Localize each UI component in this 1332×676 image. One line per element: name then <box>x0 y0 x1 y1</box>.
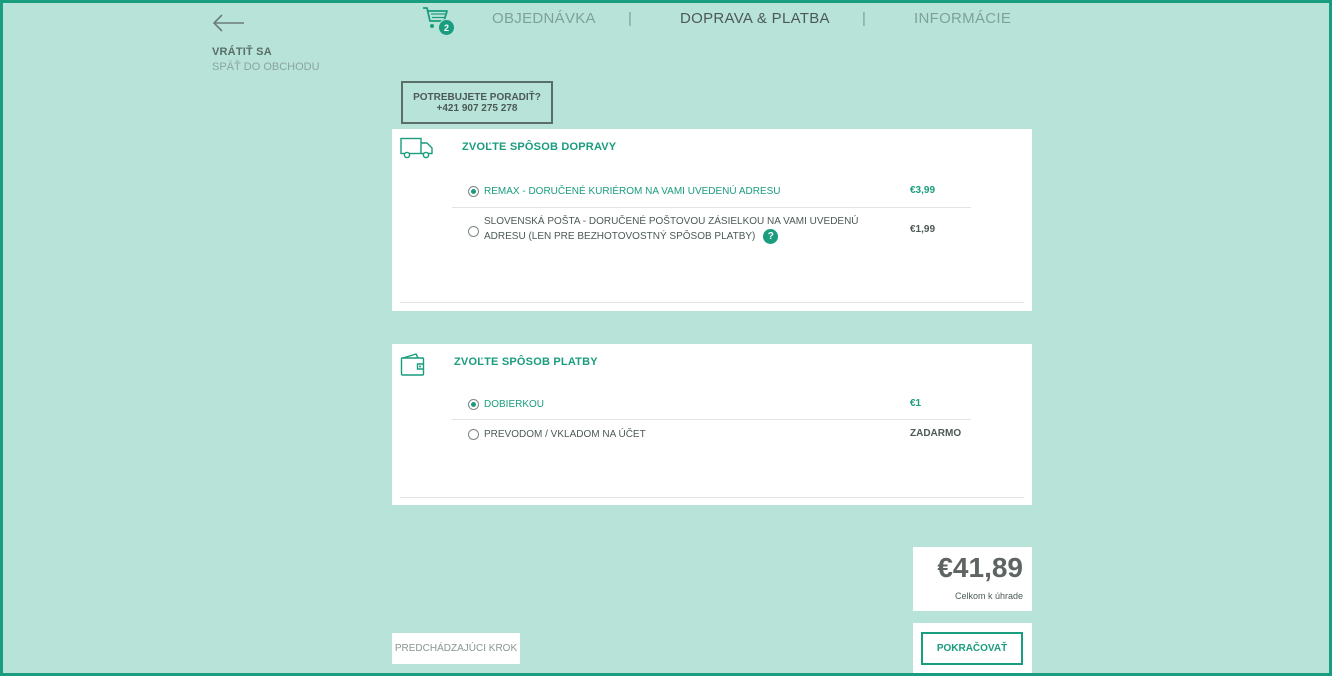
radio-button[interactable] <box>468 226 479 237</box>
option-divider <box>452 207 971 208</box>
step-order[interactable]: OBJEDNÁVKA <box>492 10 596 27</box>
continue-button-container: POKRAČOVAŤ <box>913 623 1032 673</box>
step-information: INFORMÁCIE <box>914 10 1012 27</box>
payment-option-cod[interactable]: DOBIERKOU €1 <box>452 398 971 412</box>
panel-divider <box>400 302 1024 303</box>
shipping-option-price: €3,99 <box>910 185 936 196</box>
cart-count-badge: 2 <box>438 19 455 36</box>
payment-title: ZVOĽTE SPÔSOB PLATBY <box>454 356 598 368</box>
shipping-option-label: REMAX - DORUČENÉ KURIÉROM NA VAMI UVEDEN… <box>484 186 781 197</box>
payment-option-price: ZADARMO <box>910 428 962 439</box>
back-to-shop-link[interactable]: VRÁTIŤ SA SPÄŤ DO OBCHODU <box>212 14 352 73</box>
shipping-option-price: €1,99 <box>910 224 936 235</box>
payment-option-transfer[interactable]: PREVODOM / VKLADOM NA ÚČET ZADARMO <box>452 428 971 442</box>
shipping-option-label: SLOVENSKÁ POŠTA - DORUČENÉ POŠTOVOU ZÁSI… <box>484 216 859 244</box>
step-shipping-payment: DOPRAVA & PLATBA <box>680 10 830 27</box>
cart-button[interactable]: 2 <box>422 6 456 36</box>
radio-button[interactable] <box>468 429 479 440</box>
payment-option-label: DOBIERKOU <box>484 399 545 410</box>
payment-option-label: PREVODOM / VKLADOM NA ÚČET <box>484 429 646 440</box>
previous-step-button[interactable]: PREDCHÁDZAJÚCI KROK <box>392 633 520 664</box>
help-question: POTREBUJETE PORADIŤ? <box>413 92 541 103</box>
shipping-option-slovenska-posta[interactable]: SLOVENSKÁ POŠTA - DORUČENÉ POŠTOVOU ZÁSI… <box>452 216 971 244</box>
help-contact-box[interactable]: POTREBUJETE PORADIŤ? +421 907 275 278 <box>401 81 553 124</box>
back-subtitle: SPÄŤ DO OBCHODU <box>212 61 320 73</box>
step-separator: | <box>628 10 632 27</box>
order-total: €41,89 Celkom k úhrade <box>913 547 1032 611</box>
radio-button[interactable] <box>468 399 479 410</box>
back-title: VRÁTIŤ SA <box>212 46 272 58</box>
shipping-option-remax[interactable]: REMAX - DORUČENÉ KURIÉROM NA VAMI UVEDEN… <box>452 185 971 199</box>
arrow-left-icon <box>212 14 244 32</box>
page-frame <box>0 0 1332 676</box>
panel-divider <box>400 497 1024 498</box>
shipping-panel: ZVOĽTE SPÔSOB DOPRAVY REMAX - DORUČENÉ K… <box>392 129 1032 311</box>
payment-panel: ZVOĽTE SPÔSOB PLATBY DOBIERKOU €1 PREVOD… <box>392 344 1032 505</box>
total-amount: €41,89 <box>937 552 1023 583</box>
radio-button[interactable] <box>468 186 479 197</box>
step-separator: | <box>862 10 866 27</box>
wallet-icon <box>400 353 425 376</box>
question-icon[interactable]: ? <box>763 229 779 244</box>
help-phone: +421 907 275 278 <box>436 103 518 114</box>
truck-icon <box>400 137 433 159</box>
total-label: Celkom k úhrade <box>954 591 1023 601</box>
payment-option-price: €1 <box>910 398 922 409</box>
shipping-title: ZVOĽTE SPÔSOB DOPRAVY <box>462 141 617 153</box>
option-divider <box>452 419 971 420</box>
continue-button[interactable]: POKRAČOVAŤ <box>921 632 1023 665</box>
